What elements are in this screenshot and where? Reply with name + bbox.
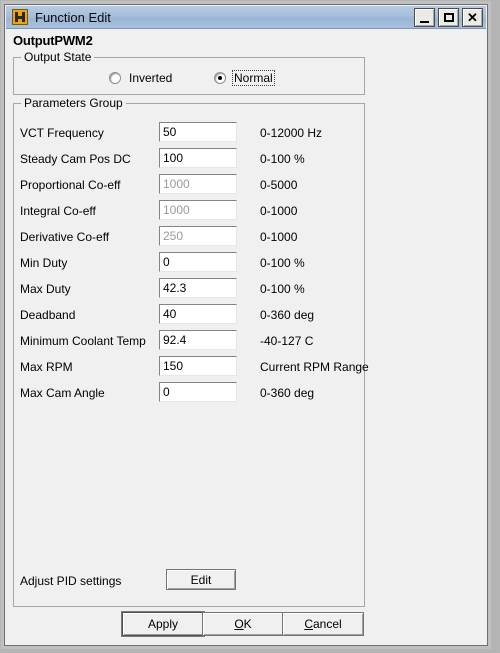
window-title: Function Edit (35, 9, 111, 25)
minimize-icon (415, 9, 434, 26)
radio-normal-mark[interactable] (214, 72, 226, 84)
parameter-label: Derivative Co-eff (20, 230, 110, 244)
parameter-range-hint: 0-100 % (260, 282, 305, 296)
parameters-group: Parameters Group VCT Frequency 0-12000 Hz… (13, 96, 369, 607)
parameter-input (159, 226, 237, 246)
radio-inverted[interactable]: Inverted (109, 70, 174, 86)
parameter-row: Minimum Coolant Temp -40-127 C (14, 330, 364, 352)
parameter-label: Min Duty (20, 256, 68, 270)
parameter-row: Steady Cam Pos DC 0-100 % (14, 148, 364, 170)
parameter-label: Max Duty (20, 282, 71, 296)
parameter-input[interactable] (159, 252, 237, 272)
title-bar[interactable]: Function Edit ✕ (6, 6, 486, 29)
parameter-row: Max Duty 0-100 % (14, 278, 364, 300)
dialog-button-bar: Apply OK Cancel (6, 612, 486, 636)
parameter-label: Max RPM (20, 360, 73, 374)
radio-normal-label: Normal (232, 70, 275, 86)
pid-edit-button[interactable]: Edit (166, 569, 236, 590)
radio-normal[interactable]: Normal (214, 70, 275, 86)
parameter-range-hint: 0-1000 (260, 230, 298, 244)
output-state-group-title: Output State (21, 50, 95, 64)
parameter-row: Derivative Co-eff 0-1000 (14, 226, 364, 248)
maximize-icon (439, 9, 458, 26)
parameter-row: Max RPM Current RPM Range (14, 356, 369, 378)
output-state-group: Output State Inverted Normal (13, 50, 365, 95)
parameter-label: Integral Co-eff (20, 204, 96, 218)
parameter-range-hint: 0-1000 (260, 204, 298, 218)
parameter-row: Integral Co-eff 0-1000 (14, 200, 364, 222)
parameter-range-hint: -40-127 C (260, 334, 314, 348)
parameter-row: Min Duty 0-100 % (14, 252, 364, 274)
radio-inverted-label: Inverted (129, 71, 173, 85)
radio-inverted-mark[interactable] (109, 72, 121, 84)
parameter-row: Max Cam Angle 0-360 deg (14, 382, 364, 404)
cancel-button[interactable]: Cancel (282, 612, 364, 636)
maximize-button[interactable] (438, 7, 459, 27)
close-button[interactable]: ✕ (462, 7, 483, 27)
parameter-input[interactable] (159, 278, 237, 298)
parameter-range-hint: 0-12000 Hz (260, 126, 323, 140)
function-edit-window: Function Edit ✕ OutputPWM2 Output State … (4, 4, 488, 646)
parameter-label: Deadband (20, 308, 76, 322)
adjust-pid-row: Adjust PID settings Edit (14, 569, 364, 593)
parameter-input[interactable] (159, 304, 237, 324)
dialog-client-area: OutputPWM2 Output State Inverted Normal … (6, 29, 486, 644)
parameter-row: Deadband 0-360 deg (14, 304, 364, 326)
parameter-range-hint: 0-5000 (260, 178, 298, 192)
parameter-input (159, 200, 237, 220)
parameters-group-title: Parameters Group (21, 96, 126, 110)
parameter-range-hint: 0-100 % (260, 256, 305, 270)
parameter-range-hint: Current RPM Range (260, 360, 369, 374)
apply-button[interactable]: Apply (122, 612, 204, 636)
parameter-label: VCT Frequency (20, 126, 104, 140)
parameter-label: Steady Cam Pos DC (20, 152, 131, 166)
minimize-button[interactable] (414, 7, 435, 27)
parameter-range-hint: 0-100 % (260, 152, 305, 166)
close-icon: ✕ (467, 9, 478, 25)
parameter-range-hint: 0-360 deg (260, 386, 315, 400)
parameter-row: Proportional Co-eff 0-5000 (14, 174, 364, 196)
parameter-input[interactable] (159, 382, 237, 402)
parameter-label: Max Cam Angle (20, 386, 105, 400)
app-logo-icon (12, 9, 28, 25)
parameter-label: Proportional Co-eff (20, 178, 121, 192)
parameter-row: VCT Frequency 0-12000 Hz (14, 122, 364, 144)
parameter-label: Minimum Coolant Temp (20, 334, 146, 348)
parameter-input[interactable] (159, 148, 237, 168)
ok-button[interactable]: OK (202, 612, 284, 636)
adjust-pid-label: Adjust PID settings (20, 574, 122, 588)
parameter-range-hint: 0-360 deg (260, 308, 315, 322)
parameter-input[interactable] (159, 356, 237, 376)
parameter-input[interactable] (159, 330, 237, 350)
page-title: OutputPWM2 (13, 33, 93, 48)
parameter-input (159, 174, 237, 194)
parameter-input[interactable] (159, 122, 237, 142)
